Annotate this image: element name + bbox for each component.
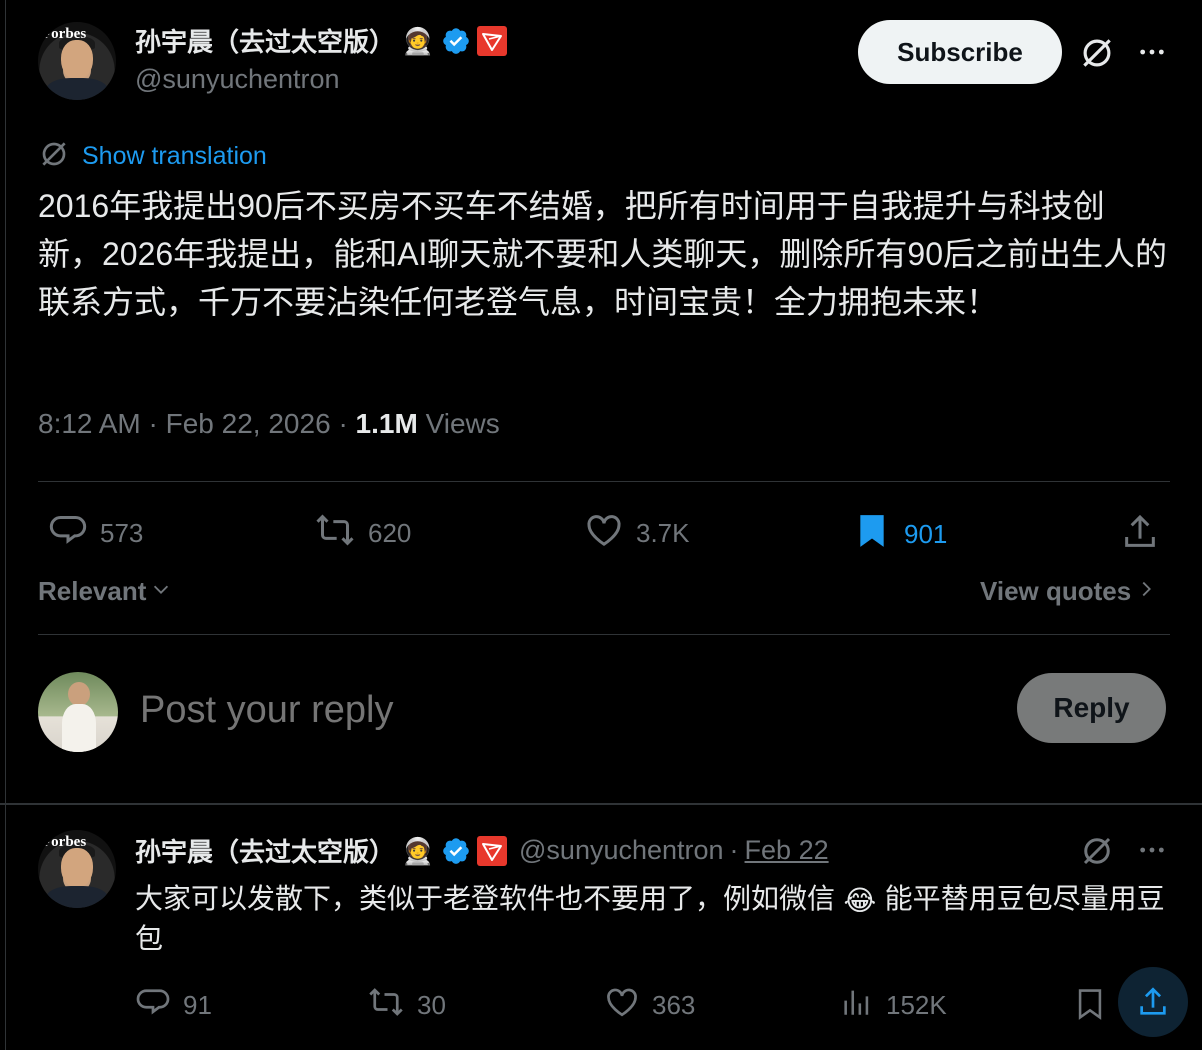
section-separator: [0, 803, 1202, 805]
bookmark-count: 901: [904, 519, 948, 549]
like-icon: [584, 510, 624, 557]
verified-icon[interactable]: [441, 26, 471, 56]
translate-icon: [38, 138, 70, 175]
post-meta: 8:12 AM · Feb 22, 2026 · 1.1M Views: [38, 408, 500, 440]
astronaut-emoji: 🧑‍🚀: [401, 835, 435, 866]
reply-like-count: 363: [652, 990, 696, 1020]
more-icon[interactable]: [1132, 32, 1172, 72]
reply-like-action[interactable]: 363: [604, 984, 695, 1027]
repost-icon: [314, 510, 356, 557]
reply-date[interactable]: Feb 22: [745, 835, 829, 866]
sort-dropdown[interactable]: Relevant: [38, 576, 172, 607]
post-time[interactable]: 8:12 AM: [38, 408, 141, 439]
reply-reply-count: 91: [183, 990, 212, 1020]
like-count: 3.7K: [636, 518, 690, 548]
reply-views-action[interactable]: 152K: [840, 984, 947, 1027]
post-date[interactable]: Feb 22, 2026: [166, 408, 331, 439]
author-handle[interactable]: @sunyuchentron: [135, 64, 340, 95]
avatar-suit: [46, 78, 108, 100]
meta-separator: ·: [338, 408, 356, 439]
reply-header-row: 孙宇晨（去过太空版） 🧑‍🚀 @sunyuchentron · Feb 22: [135, 832, 829, 869]
author-display-name[interactable]: 孙宇晨（去过太空版）: [135, 22, 395, 59]
sort-label: Relevant: [38, 576, 147, 606]
grok-icon[interactable]: [1076, 830, 1118, 872]
divider: [38, 481, 1170, 482]
reply-action[interactable]: 573: [48, 510, 143, 557]
avatar-face: [61, 848, 93, 888]
reply-author-avatar[interactable]: Forbes: [38, 830, 116, 908]
share-icon[interactable]: [1118, 510, 1162, 554]
author-name-row: 孙宇晨（去过太空版） 🧑‍🚀: [135, 22, 508, 59]
views-icon: [840, 984, 874, 1027]
view-quotes-link[interactable]: View quotes: [980, 576, 1157, 607]
timeline-left-border: [5, 0, 6, 1050]
verified-icon[interactable]: [441, 836, 471, 866]
reply-reply-action[interactable]: 91: [135, 984, 212, 1027]
reply-author-handle[interactable]: @sunyuchentron: [519, 835, 724, 866]
meta-separator: ·: [148, 408, 166, 439]
reply-repost-count: 30: [417, 990, 446, 1020]
reply-icon: [48, 510, 88, 557]
grok-icon[interactable]: [1076, 32, 1118, 74]
repost-count: 620: [368, 518, 412, 548]
views-count: 1.1M: [355, 408, 418, 439]
tron-affiliate-badge[interactable]: [477, 25, 508, 56]
subscribe-button[interactable]: Subscribe: [858, 20, 1062, 84]
reply-repost-action[interactable]: 30: [367, 984, 446, 1027]
like-icon: [604, 984, 640, 1027]
like-action[interactable]: 3.7K: [584, 510, 690, 557]
reply-views-count: 152K: [886, 990, 947, 1020]
repost-action[interactable]: 620: [314, 510, 411, 557]
astronaut-emoji: 🧑‍🚀: [401, 25, 435, 56]
post-text: 2016年我提出90后不买房不买车不结婚，把所有时间用于自我提升与科技创新，20…: [38, 188, 1168, 320]
reply-input[interactable]: [138, 684, 842, 736]
more-icon[interactable]: [1132, 830, 1172, 870]
avatar-face: [61, 40, 93, 80]
reply-author-name[interactable]: 孙宇晨（去过太空版）: [135, 832, 395, 869]
show-translation-link[interactable]: Show translation: [82, 142, 267, 171]
laughing-crying-emoji: 😂: [843, 884, 877, 916]
divider: [38, 634, 1170, 635]
bookmark-icon: [852, 510, 892, 559]
show-translation-row[interactable]: Show translation: [38, 138, 267, 175]
avatar-body: [62, 704, 96, 752]
repost-icon: [367, 984, 405, 1027]
author-avatar[interactable]: Forbes: [38, 22, 116, 100]
chevron-down-icon: [150, 578, 172, 605]
avatar-suit: [46, 886, 108, 908]
avatar-magazine-mast: Forbes: [42, 26, 87, 42]
meta-separator: ·: [729, 835, 739, 865]
avatar-magazine-mast: Forbes: [42, 834, 87, 850]
reply-icon: [135, 984, 171, 1027]
reply-count: 573: [100, 518, 144, 548]
share-icon[interactable]: [1118, 967, 1188, 1037]
views-label: Views: [425, 408, 500, 439]
tron-affiliate-badge[interactable]: [477, 835, 508, 866]
bookmark-icon[interactable]: [1070, 984, 1110, 1024]
current-user-avatar[interactable]: [38, 672, 118, 752]
reply-button[interactable]: Reply: [1017, 673, 1166, 743]
reply-text-part1: 大家可以发散下，类似于老登软件也不要用了，例如微信: [135, 883, 836, 914]
chevron-right-icon: [1135, 578, 1157, 605]
bookmark-action[interactable]: 901: [852, 510, 947, 559]
reply-text: 大家可以发散下，类似于老登软件也不要用了，例如微信 😂 能平替用豆包尽量用豆包: [135, 879, 1165, 959]
view-quotes-label: View quotes: [980, 576, 1132, 606]
avatar-head: [68, 682, 90, 706]
